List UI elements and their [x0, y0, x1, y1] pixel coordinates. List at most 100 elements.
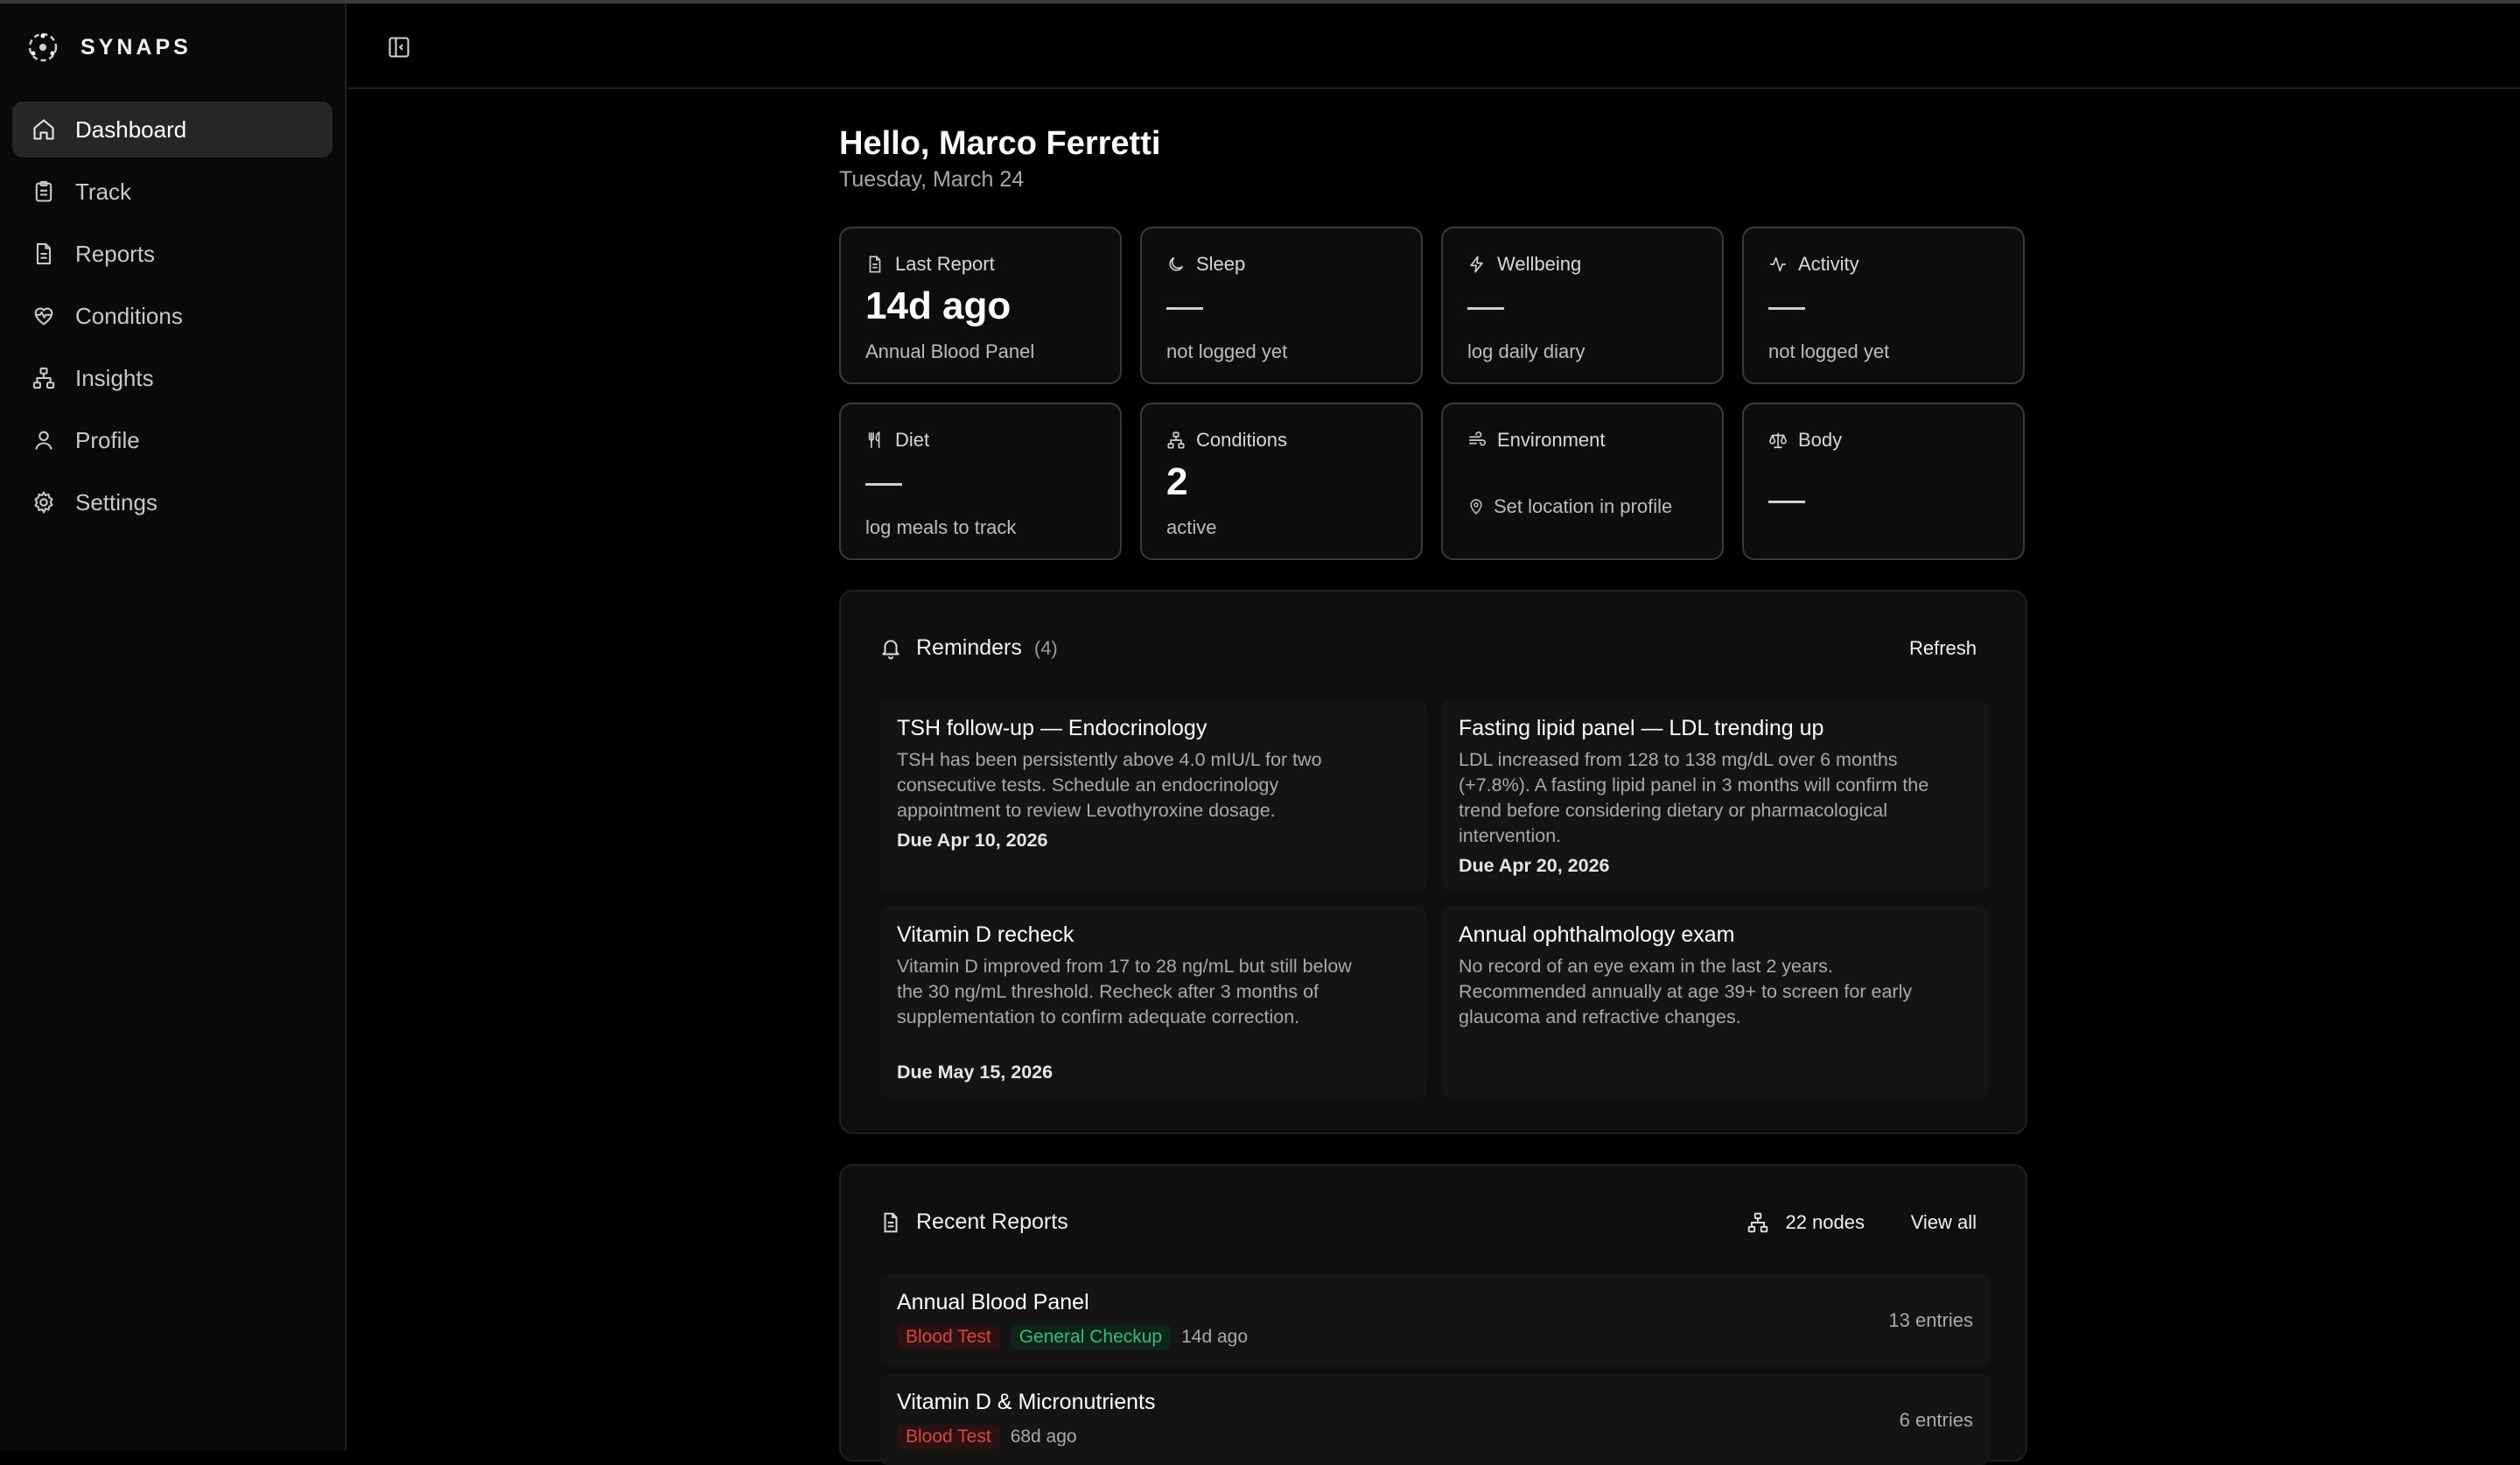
- stat-header: Activity: [1768, 253, 1859, 276]
- stat-label: Last Report: [895, 253, 995, 275]
- reminder-description: No record of an eye exam in the last 2 y…: [1459, 956, 1913, 1027]
- stat-subtext: log meals to track: [865, 516, 1017, 538]
- sidebar-item-conditions[interactable]: Conditions: [12, 288, 332, 344]
- stat-subtext: not logged yet: [1166, 340, 1288, 362]
- reminder-description: Vitamin D improved from 17 to 28 ng/mL b…: [897, 956, 1352, 1027]
- network-icon: [1167, 431, 1185, 449]
- sidebar-item-settings[interactable]: Settings: [12, 474, 332, 530]
- view-all-button[interactable]: View all: [1911, 1211, 1977, 1234]
- sidebar-item-insights[interactable]: Insights: [12, 350, 332, 406]
- stat-card-activity[interactable]: Activity not logged yet: [1742, 227, 2025, 384]
- reminder-due-date: Due May 15, 2026: [897, 1062, 1054, 1083]
- sidebar-item-label: Settings: [75, 488, 158, 515]
- file-text-icon: [869, 256, 881, 273]
- sidebar-item-label: Conditions: [75, 302, 183, 329]
- nodes-link[interactable]: 22 nodes: [1746, 1211, 1865, 1234]
- refresh-button[interactable]: Refresh: [1909, 637, 1977, 660]
- stat-label: Environment: [1497, 429, 1606, 451]
- reminder-title: TSH follow-up — Endocrinology: [897, 716, 1208, 740]
- stat-header: Diet: [865, 429, 929, 452]
- tag-blood-test: Blood Test: [897, 1325, 1000, 1349]
- sidebar-item-track[interactable]: Track: [12, 164, 332, 220]
- current-date: Tuesday, March 24: [839, 167, 1025, 192]
- tag-general-checkup: General Checkup: [1010, 1325, 1172, 1349]
- report-entries: 13 entries: [1888, 1309, 1973, 1331]
- file-text-icon: [884, 1212, 898, 1232]
- stat-subtext: active: [1166, 516, 1217, 538]
- report-tags: Blood Test General Checkup 14d ago: [897, 1325, 1248, 1349]
- stat-card-last-report[interactable]: Last Report 14d ago Annual Blood Panel: [839, 227, 1122, 384]
- stat-label: Body: [1798, 429, 1843, 451]
- brand[interactable]: SYNAPS: [26, 30, 192, 65]
- gear-icon: [34, 490, 53, 515]
- stat-card-environment[interactable]: Environment Set location in profile: [1441, 403, 1724, 560]
- bell-icon: [882, 639, 900, 659]
- reminder-card[interactable]: Vitamin D recheck Vitamin D improved fro…: [879, 907, 1427, 1097]
- empty-value-dash: [1768, 501, 1805, 503]
- empty-value-dash: [1467, 307, 1504, 310]
- empty-value-dash: [1166, 307, 1203, 310]
- reminder-due-date: Due Apr 10, 2026: [897, 830, 1048, 851]
- home-icon: [33, 119, 54, 140]
- reminder-card[interactable]: Fasting lipid panel — LDL trending up LD…: [1441, 700, 1989, 891]
- stat-card-diet[interactable]: Diet log meals to track: [839, 403, 1122, 560]
- empty-value-dash: [865, 483, 902, 486]
- sidebar-item-label: Insights: [75, 364, 154, 391]
- stat-header: Conditions: [1166, 429, 1287, 452]
- reminder-card[interactable]: TSH follow-up — Endocrinology TSH has be…: [879, 700, 1427, 891]
- report-age: 68d ago: [1010, 1426, 1077, 1447]
- reminders-count: (4): [1033, 636, 1058, 659]
- reminder-description: LDL increased from 128 to 138 mg/dL over…: [1459, 749, 1929, 846]
- stat-label: Diet: [895, 429, 930, 451]
- report-name: Annual Blood Panel: [897, 1290, 1089, 1314]
- report-row[interactable]: Annual Blood Panel Blood Test General Ch…: [879, 1274, 1991, 1365]
- lightning-icon: [1470, 256, 1483, 273]
- reminder-description: TSH has been persistently above 4.0 mIU/…: [897, 749, 1322, 821]
- scale-icon: [1769, 432, 1787, 449]
- stat-header: Body: [1768, 429, 1842, 452]
- recent-reports-title: Recent Reports: [916, 1209, 1068, 1234]
- sidebar-item-label: Dashboard: [75, 116, 187, 143]
- reminder-card[interactable]: Annual ophthalmology exam No record of a…: [1441, 907, 1989, 1097]
- stat-header: Wellbeing: [1467, 253, 1581, 276]
- reminders-header: Reminders (4): [879, 635, 1058, 661]
- moon-icon: [1169, 256, 1184, 271]
- sidebar: SYNAPS Dashboard Track Reports Condition…: [0, 4, 346, 1450]
- stat-card-body[interactable]: Body: [1742, 403, 2025, 560]
- stat-label: Activity: [1798, 253, 1859, 275]
- sidebar-toggle-button[interactable]: [382, 30, 416, 65]
- location-prompt[interactable]: Set location in profile: [1467, 495, 1672, 518]
- sidebar-item-dashboard[interactable]: Dashboard: [12, 102, 332, 158]
- sidebar-toggle-icon: [388, 37, 410, 58]
- reminders-panel: Reminders (4) Refresh TSH follow-up — En…: [839, 590, 2027, 1134]
- app-name: SYNAPS: [80, 34, 192, 60]
- file-text-icon: [36, 242, 52, 265]
- sidebar-nav: Dashboard Track Reports Conditions Insig…: [12, 102, 332, 536]
- stat-label: Wellbeing: [1497, 253, 1582, 275]
- stat-subtext: Annual Blood Panel: [865, 340, 1035, 362]
- sidebar-item-label: Profile: [75, 426, 140, 453]
- report-name: Vitamin D & Micronutrients: [897, 1390, 1156, 1414]
- stat-subtext: not logged yet: [1768, 340, 1890, 362]
- stat-card-conditions[interactable]: Conditions 2 active: [1140, 403, 1423, 560]
- stat-card-wellbeing[interactable]: Wellbeing log daily diary: [1441, 227, 1724, 384]
- stat-card-sleep[interactable]: Sleep not logged yet: [1140, 227, 1423, 384]
- network-icon: [32, 367, 55, 389]
- stat-header: Environment: [1467, 429, 1606, 452]
- wind-icon: [1468, 431, 1486, 446]
- sidebar-item-label: Track: [75, 178, 132, 205]
- map-pin-icon: [1470, 499, 1482, 515]
- page-title: Hello, Marco Ferretti: [839, 125, 1161, 162]
- nodes-count: 22 nodes: [1785, 1211, 1865, 1233]
- sidebar-item-reports[interactable]: Reports: [12, 226, 332, 282]
- stat-label: Sleep: [1196, 253, 1246, 275]
- clipboard-icon: [35, 180, 52, 202]
- stat-header: Last Report: [865, 253, 995, 276]
- report-row[interactable]: Vitamin D & Micronutrients Blood Test 68…: [879, 1374, 1991, 1465]
- stat-header: Sleep: [1166, 253, 1245, 276]
- report-tags: Blood Test 68d ago: [897, 1425, 1077, 1449]
- user-icon: [35, 431, 52, 450]
- sidebar-item-profile[interactable]: Profile: [12, 412, 332, 468]
- reminder-title: Vitamin D recheck: [897, 922, 1074, 947]
- top-header: [348, 4, 2520, 89]
